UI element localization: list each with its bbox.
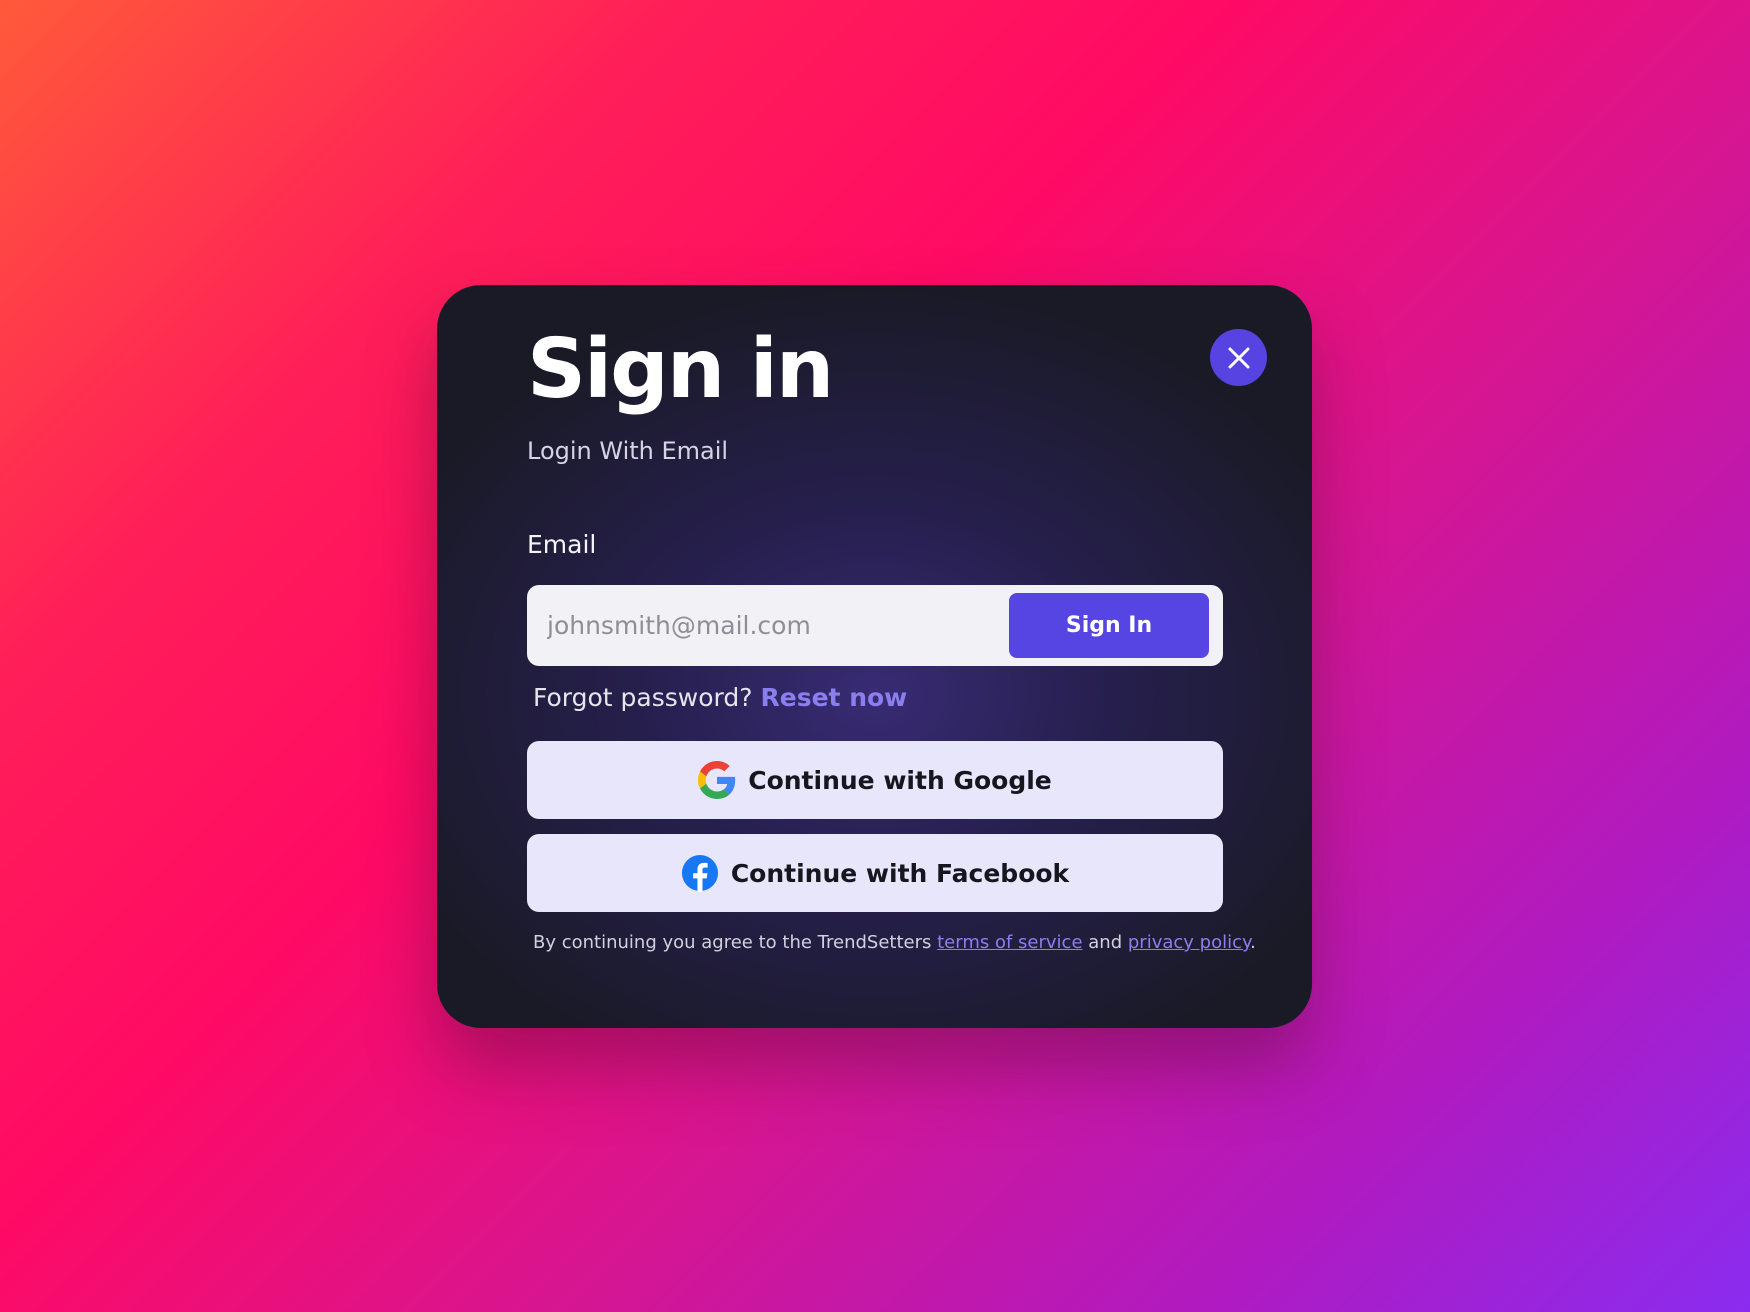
privacy-policy-link[interactable]: privacy policy — [1128, 932, 1250, 953]
terms-of-service-link[interactable]: terms of service — [937, 932, 1082, 953]
facebook-icon — [681, 854, 718, 892]
close-button[interactable] — [1210, 329, 1267, 386]
google-icon — [698, 761, 736, 799]
email-row: Sign In — [527, 585, 1223, 666]
forgot-password-row: Forgot password? Reset now — [533, 683, 907, 712]
terms-notice: By continuing you agree to the TrendSett… — [533, 932, 1256, 953]
sign-in-modal: Sign in Login With Email Email Sign In F… — [437, 285, 1312, 1028]
terms-prefix: By continuing you agree to the TrendSett… — [533, 932, 932, 953]
sign-in-button[interactable]: Sign In — [1009, 593, 1209, 658]
email-label: Email — [527, 530, 597, 559]
page-title: Sign in — [527, 322, 834, 417]
reset-now-link[interactable]: Reset now — [761, 683, 908, 712]
continue-with-google-button[interactable]: Continue with Google — [527, 741, 1223, 819]
terms-and: and — [1088, 932, 1123, 953]
close-icon — [1228, 347, 1249, 368]
google-button-label: Continue with Google — [748, 765, 1052, 795]
terms-suffix: . — [1250, 932, 1256, 953]
forgot-password-text: Forgot password? — [533, 683, 753, 712]
continue-with-facebook-button[interactable]: Continue with Facebook — [527, 834, 1223, 912]
email-field[interactable] — [527, 585, 997, 666]
subtitle: Login With Email — [527, 437, 729, 465]
facebook-button-label: Continue with Facebook — [730, 858, 1070, 888]
